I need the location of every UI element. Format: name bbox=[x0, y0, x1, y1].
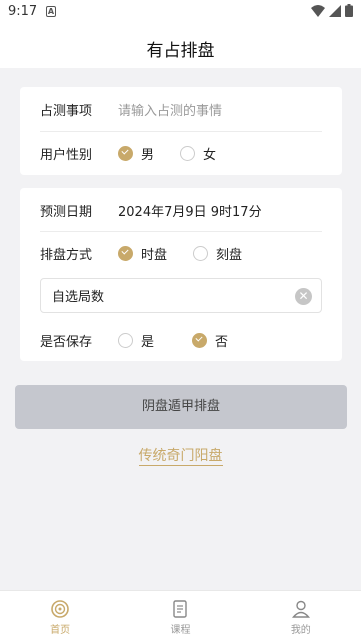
home-seal-icon bbox=[51, 600, 69, 618]
traditional-yang-link[interactable]: 传统奇门阳盘 bbox=[138, 448, 223, 466]
gender-male-radio[interactable]: 男 bbox=[118, 144, 154, 163]
save-radio-group: 是 否 bbox=[118, 331, 254, 350]
submit-button[interactable]: 阴盘遁甲排盘 bbox=[15, 385, 347, 429]
date-label: 预测日期 bbox=[40, 204, 93, 220]
document-icon bbox=[173, 600, 188, 618]
user-icon bbox=[291, 600, 310, 618]
save-label: 是否保存 bbox=[40, 334, 93, 350]
tab-course-label: 课程 bbox=[170, 625, 191, 636]
bottom-tab-bar: 首页 课程 我的 bbox=[0, 590, 361, 641]
gender-male-label: 男 bbox=[141, 147, 155, 163]
radio-checked-icon bbox=[118, 145, 133, 161]
gender-female-label: 女 bbox=[203, 147, 217, 163]
method-hour-radio[interactable]: 时盘 bbox=[118, 244, 167, 263]
tab-course[interactable]: 课程 bbox=[120, 591, 240, 641]
tab-profile[interactable]: 我的 bbox=[241, 591, 361, 641]
radio-unchecked-icon bbox=[193, 245, 209, 261]
date-value[interactable]: 2024年7月9日 9时17分 bbox=[118, 201, 262, 220]
save-yes-radio[interactable]: 是 bbox=[118, 331, 154, 350]
matter-input[interactable]: 请输入占测的事情 bbox=[118, 100, 222, 119]
radio-unchecked-icon bbox=[180, 145, 196, 161]
clear-icon[interactable]: ✕ bbox=[295, 288, 312, 305]
status-indicators bbox=[311, 4, 353, 17]
battery-icon bbox=[345, 4, 353, 17]
save-row: 是否保存 是 否 bbox=[40, 318, 322, 362]
custom-ju-text: 自选局数 bbox=[52, 290, 105, 305]
matter-row: 占测事项 请输入占测的事情 bbox=[40, 87, 322, 131]
date-row[interactable]: 预测日期 2024年7月9日 9时17分 bbox=[40, 188, 322, 232]
method-hour-label: 时盘 bbox=[141, 247, 168, 263]
method-radio-group: 时盘 刻盘 bbox=[118, 244, 268, 263]
tab-profile-label: 我的 bbox=[290, 625, 311, 636]
status-time: 9:17 bbox=[8, 4, 38, 19]
save-yes-label: 是 bbox=[141, 334, 155, 350]
radio-checked-icon bbox=[192, 332, 208, 348]
traditional-yang-link-wrap: 传统奇门阳盘 bbox=[0, 445, 361, 466]
radio-checked-icon bbox=[118, 245, 133, 261]
tab-home-label: 首页 bbox=[50, 625, 71, 636]
method-quarter-label: 刻盘 bbox=[216, 247, 243, 263]
method-label: 排盘方式 bbox=[40, 247, 93, 263]
radio-unchecked-icon bbox=[118, 332, 133, 348]
method-row: 排盘方式 时盘 刻盘 bbox=[40, 231, 322, 275]
save-no-radio[interactable]: 否 bbox=[192, 331, 228, 350]
signal-icon bbox=[329, 4, 341, 17]
matter-label: 占测事项 bbox=[40, 103, 93, 119]
page-title: 有占排盘 bbox=[146, 41, 215, 61]
status-bar: 9:17 A bbox=[0, 0, 361, 24]
tab-home[interactable]: 首页 bbox=[0, 591, 120, 641]
wifi-icon bbox=[311, 4, 325, 17]
settings-card: 预测日期 2024年7月9日 9时17分 排盘方式 时盘 刻盘 自选局数 ✕ 是… bbox=[20, 188, 342, 361]
query-card: 占测事项 请输入占测的事情 用户性别 男 女 bbox=[20, 87, 342, 175]
app-bar: 有占排盘 bbox=[0, 24, 361, 68]
gender-row: 用户性别 男 女 bbox=[40, 131, 322, 175]
notification-a-icon: A bbox=[46, 6, 56, 17]
method-quarter-radio[interactable]: 刻盘 bbox=[193, 244, 242, 263]
save-no-label: 否 bbox=[215, 334, 229, 350]
gender-radio-group: 男 女 bbox=[118, 144, 242, 163]
gender-label: 用户性别 bbox=[40, 147, 93, 163]
custom-ju-input[interactable]: 自选局数 ✕ bbox=[40, 278, 322, 313]
gender-female-radio[interactable]: 女 bbox=[180, 144, 216, 163]
